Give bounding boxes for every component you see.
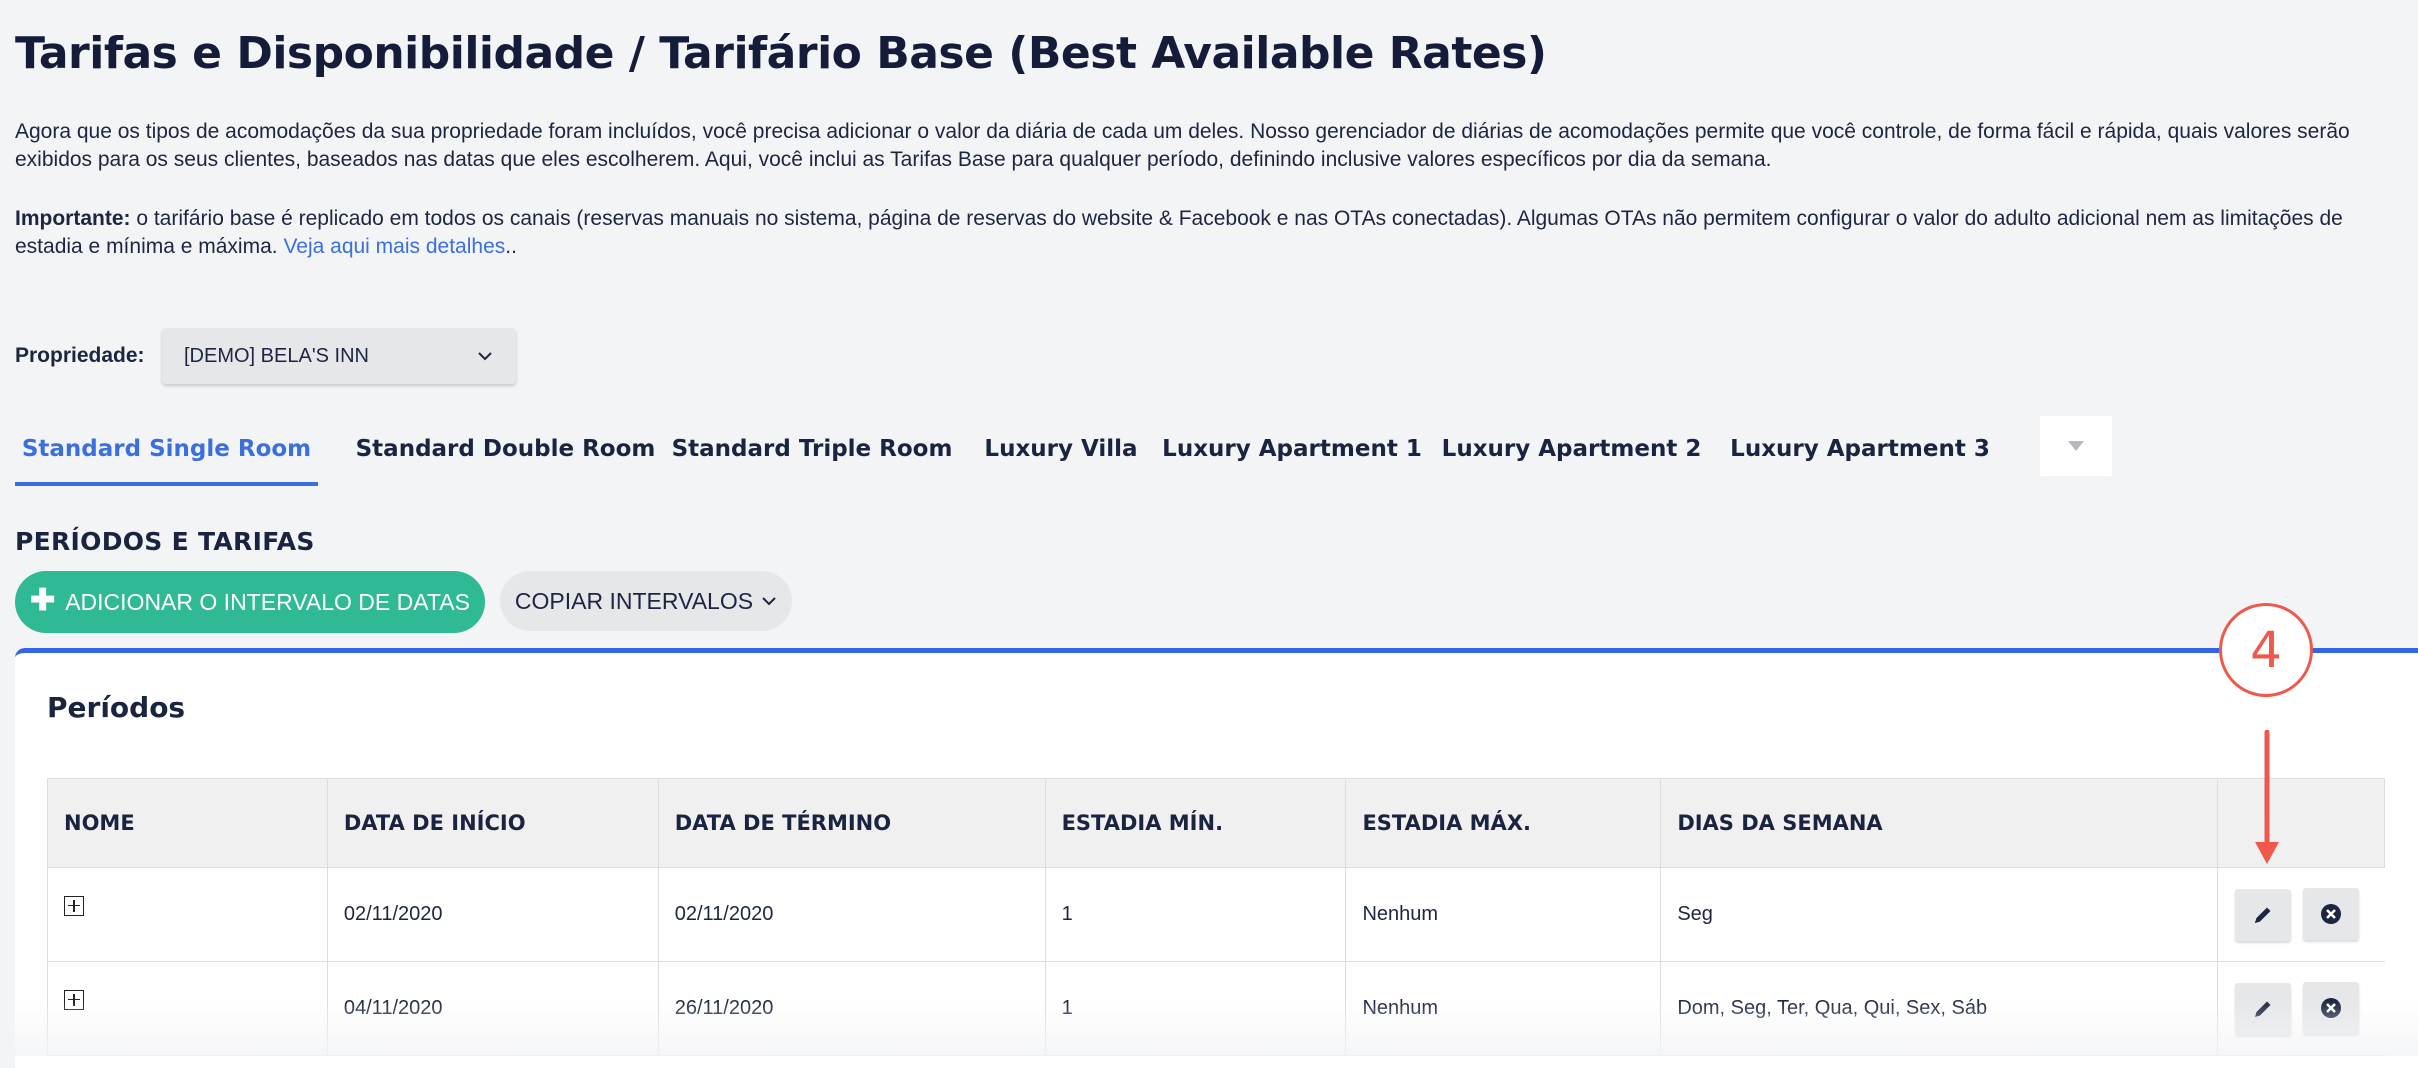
expand-icon[interactable] — [64, 989, 84, 1010]
end-date-cell: 02/11/2020 — [657, 867, 1046, 962]
details-suffix: .. — [505, 235, 517, 258]
column-header-end-date: DATA DE TÉRMINO — [657, 778, 1046, 868]
periods-table: NOME DATA DE INÍCIO DATA DE TÉRMINO ESTA… — [47, 778, 2385, 1056]
tab-luxury-apartment-1[interactable]: Luxury Apartment 1 — [1162, 416, 1422, 482]
table-header-row: NOME DATA DE INÍCIO DATA DE TÉRMINO ESTA… — [47, 778, 2385, 868]
section-heading: PERÍODOS E TARIFAS — [15, 527, 315, 556]
delete-button[interactable] — [2303, 982, 2360, 1034]
edit-button[interactable] — [2235, 983, 2292, 1035]
weekdays-cell: Dom, Seg, Ter, Qua, Qui, Sex, Sáb — [1660, 961, 2218, 1056]
tab-standard-double-room[interactable]: Standard Double Room — [348, 416, 663, 482]
caret-down-icon — [2068, 441, 2084, 451]
tab-standard-single-room[interactable]: Standard Single Room — [15, 416, 318, 486]
chevron-down-icon — [478, 352, 492, 361]
panel-title: Períodos — [47, 691, 186, 724]
copy-ranges-label: COPIAR INTERVALOS — [514, 587, 754, 614]
column-header-name: NOME — [47, 778, 328, 868]
annotation-arrow-icon — [2255, 730, 2279, 864]
name-cell — [47, 961, 328, 1056]
property-select[interactable]: [DEMO] BELA'S INN — [162, 328, 516, 384]
intro-text: Agora que os tipos de acomodações da sua… — [15, 120, 2350, 171]
chevron-down-icon — [762, 597, 776, 606]
start-date-cell: 02/11/2020 — [326, 867, 659, 962]
weekdays-cell: Seg — [1660, 867, 2218, 962]
periods-panel: Períodos NOME DATA DE INÍCIO DATA DE TÉR… — [15, 648, 2418, 1068]
name-cell — [47, 867, 328, 962]
column-header-min-stay: ESTADIA MÍN. — [1044, 778, 1347, 868]
add-date-range-button[interactable]: ✚ ADICIONAR O INTERVALO DE DATAS — [15, 571, 485, 633]
min-stay-cell: 1 — [1044, 867, 1346, 962]
min-stay-cell: 1 — [1044, 961, 1346, 1056]
pencil-icon — [2255, 1001, 2271, 1017]
important-label: Importante: — [15, 207, 131, 230]
table-row: 02/11/2020 02/11/2020 1 Nenhum Seg — [47, 867, 2385, 962]
important-note: Importante: o tarifário base é replicado… — [15, 205, 2410, 261]
tab-luxury-apartment-3[interactable]: Luxury Apartment 3 — [1730, 416, 1990, 482]
column-header-weekdays: DIAS DA SEMANA — [1660, 778, 2219, 868]
actions-cell — [2217, 867, 2385, 962]
expand-icon[interactable] — [64, 895, 84, 916]
step-number-badge: 4 — [2219, 603, 2313, 697]
plus-icon: ✚ — [30, 583, 56, 617]
more-tabs-button[interactable] — [2040, 416, 2112, 476]
end-date-cell: 26/11/2020 — [657, 961, 1046, 1056]
close-circle-icon — [2321, 904, 2342, 924]
column-header-max-stay: ESTADIA MÁX. — [1345, 778, 1662, 868]
property-label: Propriedade: — [15, 344, 145, 367]
actions-cell — [2217, 961, 2385, 1056]
start-date-cell: 04/11/2020 — [326, 961, 659, 1056]
max-stay-cell: Nenhum — [1345, 867, 1661, 962]
tab-luxury-apartment-2[interactable]: Luxury Apartment 2 — [1442, 416, 1702, 482]
column-header-actions — [2217, 778, 2385, 868]
details-link[interactable]: Veja aqui mais detalhes — [283, 235, 505, 258]
max-stay-cell: Nenhum — [1345, 961, 1661, 1056]
copy-ranges-button[interactable]: COPIAR INTERVALOS — [500, 571, 792, 631]
tab-luxury-villa[interactable]: Luxury Villa — [983, 416, 1139, 482]
property-selected-value: [DEMO] BELA'S INN — [184, 344, 369, 367]
pencil-icon — [2255, 907, 2271, 923]
page-title: Tarifas e Disponibilidade / Tarifário Ba… — [15, 28, 1547, 79]
delete-button[interactable] — [2303, 888, 2360, 940]
add-date-range-label: ADICIONAR O INTERVALO DE DATAS — [65, 588, 470, 615]
close-circle-icon — [2321, 998, 2342, 1018]
column-header-start-date: DATA DE INÍCIO — [326, 778, 659, 868]
room-tabs: Standard Single Room Standard Double Roo… — [15, 416, 2112, 486]
table-row: 04/11/2020 26/11/2020 1 Nenhum Dom, Seg,… — [47, 961, 2385, 1056]
edit-button[interactable] — [2235, 889, 2292, 941]
tab-standard-triple-room[interactable]: Standard Triple Room — [672, 416, 953, 482]
